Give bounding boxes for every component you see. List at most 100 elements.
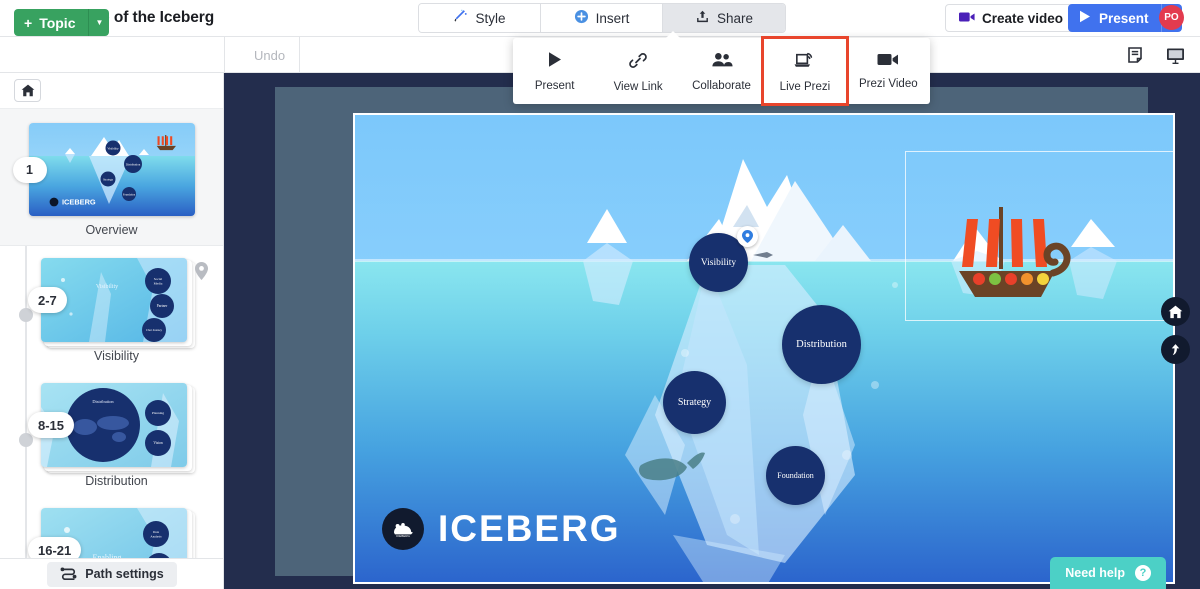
topic-node-strategy[interactable]: Strategy bbox=[663, 371, 726, 434]
svg-text:ICEBERG: ICEBERG bbox=[62, 197, 96, 206]
top-header: Tip of the Iceberg Style Insert Share Cr… bbox=[0, 0, 1200, 37]
svg-text:Partner: Partner bbox=[157, 304, 168, 308]
thumbnail-badge: 2-7 bbox=[28, 287, 67, 313]
canvas-float-buttons bbox=[1161, 297, 1190, 364]
share-menu-item-live-prezi[interactable]: Live Prezi bbox=[761, 36, 849, 106]
topic-node-label: Foundation bbox=[777, 471, 814, 480]
thumbnail-overview[interactable]: Visibility Distribution Strategy Foundat… bbox=[28, 123, 195, 216]
share-menu-item-present[interactable]: Present bbox=[513, 38, 596, 104]
share-upload-icon bbox=[695, 9, 710, 27]
avatar[interactable]: PO bbox=[1159, 5, 1184, 30]
path-dot[interactable] bbox=[19, 433, 33, 447]
slide-canvas[interactable]: Visibility Distribution Strategy Foundat… bbox=[353, 113, 1175, 584]
need-help-button[interactable]: Need help ? bbox=[1050, 557, 1166, 589]
share-menu-item-prezi-video[interactable]: Prezi Video bbox=[847, 38, 930, 104]
back-button[interactable] bbox=[1161, 335, 1190, 364]
svg-text:Vision: Vision bbox=[153, 441, 163, 445]
create-video-label: Create video bbox=[982, 10, 1064, 26]
path-section: Visibility Social Media Partner Chat Jour… bbox=[0, 246, 223, 589]
svg-text:Data: Data bbox=[153, 530, 160, 534]
tab-insert-label: Insert bbox=[595, 10, 630, 26]
topic-node-foundation[interactable]: Foundation bbox=[766, 446, 825, 505]
thumbnail-label-visibility: Visibility bbox=[94, 349, 139, 363]
canvas-area[interactable]: Visibility Distribution Strategy Foundat… bbox=[224, 73, 1200, 589]
need-help-label: Need help bbox=[1065, 566, 1125, 580]
overview-thumb-wrap: Visibility Distribution Strategy Foundat… bbox=[12, 123, 195, 216]
left-sidebar: Visibility Distribution Strategy Foundat… bbox=[0, 73, 224, 589]
tab-style-label: Style bbox=[475, 10, 506, 26]
path-settings-button[interactable]: Path settings bbox=[47, 561, 177, 587]
tab-insert[interactable]: Insert bbox=[541, 4, 663, 32]
path-settings-label: Path settings bbox=[85, 567, 164, 581]
share-dropdown-menu: Present View Link Collaborate Live Prezi… bbox=[513, 31, 930, 106]
overview-section: Visibility Distribution Strategy Foundat… bbox=[0, 109, 223, 246]
home-button[interactable] bbox=[1161, 297, 1190, 326]
path-dot[interactable] bbox=[19, 308, 33, 322]
add-topic-button[interactable]: + Topic bbox=[14, 9, 90, 36]
presenter-view-icon[interactable] bbox=[1164, 44, 1186, 66]
svg-text:ICEBERG: ICEBERG bbox=[396, 534, 410, 538]
sidebar-home-row bbox=[0, 73, 223, 109]
share-menu-label: View Link bbox=[613, 80, 663, 93]
topic-node-distribution[interactable]: Distribution bbox=[782, 305, 861, 384]
laptop-broadcast-icon bbox=[793, 50, 816, 75]
question-mark-icon: ? bbox=[1135, 565, 1151, 581]
svg-text:Analysis: Analysis bbox=[150, 535, 162, 539]
thumbnail-stack-distribution: Distribution Planning Vision 8-15 bbox=[28, 383, 195, 473]
share-menu-item-collaborate[interactable]: Collaborate bbox=[680, 38, 763, 104]
topic-node-label: Strategy bbox=[677, 397, 712, 408]
add-topic-caret[interactable]: ▼ bbox=[89, 9, 109, 36]
thumbnail-badge: 8-15 bbox=[28, 412, 75, 438]
svg-text:Distribution: Distribution bbox=[125, 163, 140, 167]
home-icon[interactable] bbox=[14, 79, 41, 102]
magic-wand-icon bbox=[453, 9, 468, 27]
undo-button[interactable]: Undo bbox=[240, 37, 301, 73]
toolbar-right-icons bbox=[1125, 37, 1186, 73]
tab-style[interactable]: Style bbox=[419, 4, 541, 32]
play-icon bbox=[1079, 10, 1091, 26]
add-topic-label: Topic bbox=[39, 14, 76, 31]
svg-text:Visibility: Visibility bbox=[96, 284, 118, 290]
plus-circle-icon bbox=[574, 9, 589, 27]
brand-title: ICEBERG bbox=[438, 508, 621, 549]
share-menu-label: Live Prezi bbox=[779, 80, 831, 93]
svg-text:Foundation: Foundation bbox=[122, 194, 135, 197]
thumbnail-badge: 1 bbox=[12, 156, 47, 183]
path-settings-bar: Path settings bbox=[0, 558, 223, 589]
selection-box-viking-ship[interactable] bbox=[905, 151, 1173, 321]
topic-node-label: Visibility bbox=[700, 257, 737, 268]
share-menu-label: Prezi Video bbox=[859, 78, 918, 90]
tab-share-label: Share bbox=[716, 10, 754, 26]
topic-node-label: Distribution bbox=[796, 339, 847, 350]
play-icon bbox=[545, 50, 564, 74]
home-icon bbox=[1168, 305, 1183, 318]
svg-text:Distribution: Distribution bbox=[92, 399, 114, 404]
thumbnail-list[interactable]: Visibility Distribution Strategy Foundat… bbox=[0, 109, 223, 589]
location-pin-icon[interactable] bbox=[737, 226, 758, 247]
thumbnail-label-distribution: Distribution bbox=[85, 474, 148, 488]
share-menu-label: Collaborate bbox=[692, 79, 751, 92]
mode-tab-group: Style Insert Share bbox=[418, 3, 786, 33]
location-pin-icon[interactable] bbox=[195, 262, 208, 280]
path-entry-distribution: Distribution Planning Vision 8-15 Distri… bbox=[0, 383, 223, 508]
svg-text:Planning: Planning bbox=[152, 411, 164, 415]
present-button[interactable]: Present bbox=[1068, 4, 1162, 32]
present-label: Present bbox=[1099, 10, 1149, 26]
create-video-button[interactable]: Create video bbox=[945, 4, 1078, 32]
svg-text:Visibility: Visibility bbox=[107, 147, 119, 151]
share-menu-item-view-link[interactable]: View Link bbox=[596, 38, 679, 104]
slide-frame: Visibility Distribution Strategy Foundat… bbox=[275, 87, 1175, 584]
tab-share[interactable]: Share bbox=[663, 4, 785, 32]
polar-bear-icon: ICEBERG bbox=[382, 508, 424, 550]
svg-text:Social: Social bbox=[154, 277, 163, 281]
people-icon bbox=[711, 51, 733, 74]
curved-arrow-up-icon bbox=[1171, 344, 1180, 356]
thumbnail-label-overview: Overview bbox=[85, 223, 138, 237]
svg-text:Chat Journey: Chat Journey bbox=[146, 328, 162, 332]
notes-icon[interactable] bbox=[1125, 44, 1147, 66]
svg-text:Strategy: Strategy bbox=[103, 178, 113, 182]
share-menu-label: Present bbox=[534, 80, 575, 92]
svg-text:Media: Media bbox=[154, 282, 163, 286]
link-icon bbox=[628, 50, 648, 75]
add-topic-button-group: + Topic ▼ bbox=[14, 9, 110, 36]
